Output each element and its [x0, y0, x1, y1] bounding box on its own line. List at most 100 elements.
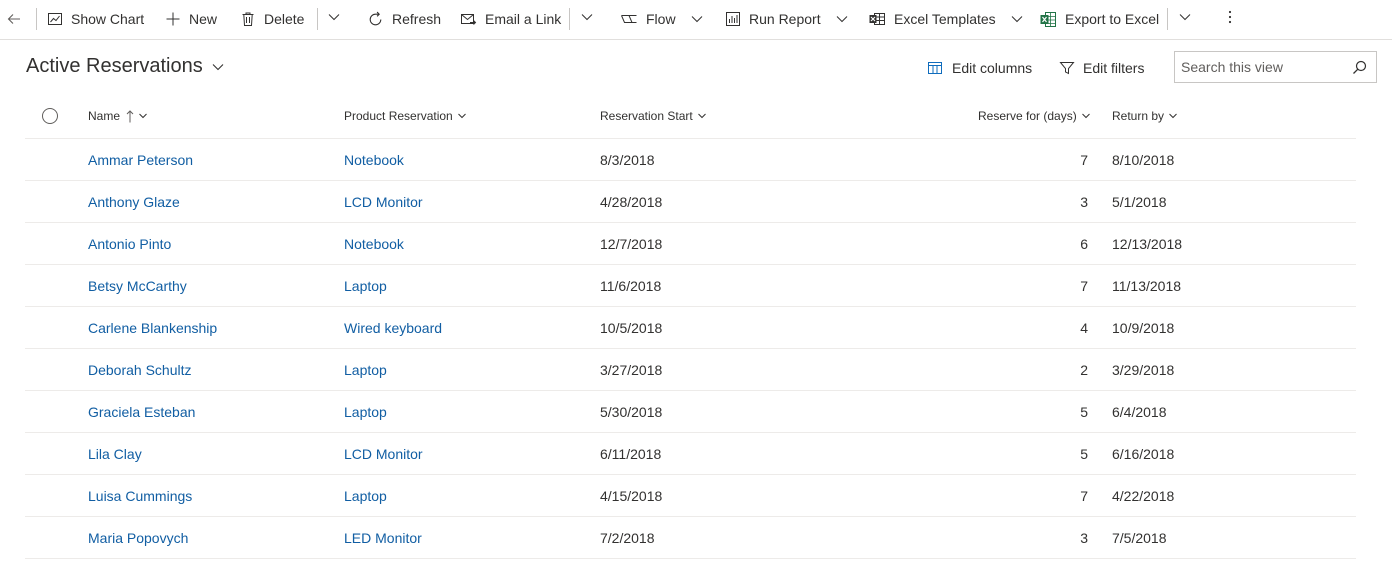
chevron-down-icon — [211, 60, 225, 74]
chevron-down-icon — [1168, 111, 1178, 121]
reservation-start: 4/15/2018 — [600, 488, 663, 504]
report-icon — [725, 11, 741, 27]
chevron-down-icon — [457, 111, 467, 121]
reserve-days: 5 — [1080, 404, 1088, 420]
trash-icon — [240, 11, 256, 27]
email-link-button[interactable]: Email a Link — [460, 0, 561, 38]
reservation-start: 5/30/2018 — [600, 404, 663, 420]
product-link[interactable]: Laptop — [344, 404, 387, 420]
chevron-down-icon — [1010, 12, 1024, 26]
name-link[interactable]: Betsy McCarthy — [88, 278, 187, 294]
plus-icon — [165, 11, 181, 27]
name-link[interactable]: Graciela Esteban — [88, 404, 195, 420]
delete-button[interactable]: Delete — [240, 0, 304, 38]
product-link[interactable]: Laptop — [344, 362, 387, 378]
name-link[interactable]: Lila Clay — [88, 446, 142, 462]
product-link[interactable]: LCD Monitor — [344, 446, 423, 462]
table-row[interactable]: Ammar Peterson Notebook 8/3/2018 7 8/10/… — [25, 139, 1356, 181]
return-by: 11/13/2018 — [1112, 278, 1182, 294]
return-by: 12/13/2018 — [1112, 236, 1183, 252]
back-button[interactable] — [6, 0, 22, 38]
edit-columns-label: Edit columns — [952, 60, 1033, 76]
column-header-label: Reservation Start — [600, 109, 693, 123]
product-link[interactable]: LED Monitor — [344, 530, 422, 546]
chevron-down-icon — [1081, 111, 1091, 121]
return-by: 8/10/2018 — [1112, 152, 1175, 168]
product-link[interactable]: Laptop — [344, 278, 387, 294]
delete-label: Delete — [264, 11, 305, 27]
product-link[interactable]: Notebook — [344, 152, 404, 168]
column-header-days[interactable]: Reserve for (days) — [978, 109, 1091, 123]
reservation-start: 7/2/2018 — [600, 530, 655, 546]
table-row[interactable]: Deborah Schultz Laptop 3/27/2018 2 3/29/… — [25, 349, 1356, 391]
search-icon[interactable] — [1352, 60, 1367, 80]
grid-body: Ammar Peterson Notebook 8/3/2018 7 8/10/… — [25, 139, 1356, 559]
run-report-button[interactable]: Run Report — [725, 0, 849, 38]
email-link-more-button[interactable] — [580, 0, 594, 38]
refresh-button[interactable]: Refresh — [367, 0, 441, 38]
return-by: 6/4/2018 — [1112, 404, 1167, 420]
column-header-product[interactable]: Product Reservation — [344, 109, 467, 123]
chevron-down-icon — [327, 10, 341, 29]
edit-filters-label: Edit filters — [1083, 60, 1145, 76]
table-row[interactable]: Betsy McCarthy Laptop 11/6/2018 7 11/13/… — [25, 265, 1356, 307]
run-report-label: Run Report — [749, 11, 821, 27]
divider — [1167, 8, 1168, 30]
sort-ascending-icon — [126, 109, 134, 123]
chart-icon — [47, 11, 63, 27]
table-row[interactable]: Carlene Blankenship Wired keyboard 10/5/… — [25, 307, 1356, 349]
name-link[interactable]: Antonio Pinto — [88, 236, 171, 252]
name-link[interactable]: Maria Popovych — [88, 530, 188, 546]
product-link[interactable]: Wired keyboard — [344, 320, 442, 336]
column-header-return-by[interactable]: Return by — [1112, 109, 1178, 123]
divider — [569, 8, 570, 30]
table-row[interactable]: Luisa Cummings Laptop 4/15/2018 7 4/22/2… — [25, 475, 1356, 517]
column-header-label: Reserve for (days) — [978, 109, 1077, 123]
chevron-down-icon — [580, 10, 594, 29]
reservation-start: 10/5/2018 — [600, 320, 663, 336]
back-arrow-icon — [6, 11, 22, 27]
column-header-label: Product Reservation — [344, 109, 453, 123]
table-row[interactable]: Antonio Pinto Notebook 12/7/2018 6 12/13… — [25, 223, 1356, 265]
excel-templates-button[interactable]: Excel Templates — [869, 0, 1024, 38]
name-link[interactable]: Deborah Schultz — [88, 362, 192, 378]
excel-templates-label: Excel Templates — [894, 11, 996, 27]
name-link[interactable]: Carlene Blankenship — [88, 320, 217, 336]
product-link[interactable]: Laptop — [344, 488, 387, 504]
product-link[interactable]: Notebook — [344, 236, 404, 252]
edit-columns-icon — [927, 60, 944, 76]
chevron-down-icon — [138, 111, 148, 121]
reserve-days: 7 — [1080, 152, 1088, 168]
table-row[interactable]: Lila Clay LCD Monitor 6/11/2018 5 6/16/2… — [25, 433, 1356, 475]
delete-more-button[interactable] — [327, 0, 341, 38]
view-selector[interactable]: Active Reservations — [26, 55, 225, 78]
edit-filters-button[interactable]: Edit filters — [1059, 58, 1144, 78]
table-row[interactable]: Anthony Glaze LCD Monitor 4/28/2018 3 5/… — [25, 181, 1356, 223]
select-all-checkbox[interactable] — [42, 108, 58, 124]
show-chart-label: Show Chart — [71, 11, 145, 27]
new-button[interactable]: New — [165, 0, 217, 38]
more-commands-button[interactable] — [1222, 0, 1238, 38]
name-link[interactable]: Anthony Glaze — [88, 194, 180, 210]
edit-columns-button[interactable]: Edit columns — [927, 58, 1032, 78]
table-row[interactable]: Graciela Esteban Laptop 5/30/2018 5 6/4/… — [25, 391, 1356, 433]
chevron-down-icon — [697, 111, 707, 121]
name-link[interactable]: Luisa Cummings — [88, 488, 192, 504]
return-by: 4/22/2018 — [1112, 488, 1175, 504]
flow-label: Flow — [646, 11, 676, 27]
export-excel-more-button[interactable] — [1178, 0, 1192, 38]
flow-button[interactable]: Flow — [620, 0, 704, 38]
export-excel-button[interactable]: Export to Excel — [1040, 0, 1159, 38]
column-header-name[interactable]: Name — [88, 109, 148, 123]
product-link[interactable]: LCD Monitor — [344, 194, 423, 210]
divider — [36, 8, 37, 30]
name-link[interactable]: Ammar Peterson — [88, 152, 193, 168]
table-row[interactable]: Maria Popovych LED Monitor 7/2/2018 3 7/… — [25, 517, 1356, 559]
search-input[interactable] — [1181, 52, 1341, 82]
column-header-start[interactable]: Reservation Start — [600, 109, 707, 123]
reserve-days: 3 — [1080, 194, 1088, 210]
return-by: 3/29/2018 — [1112, 362, 1175, 378]
reserve-days: 2 — [1080, 362, 1088, 378]
refresh-icon — [367, 11, 384, 28]
show-chart-button[interactable]: Show Chart — [47, 0, 144, 38]
